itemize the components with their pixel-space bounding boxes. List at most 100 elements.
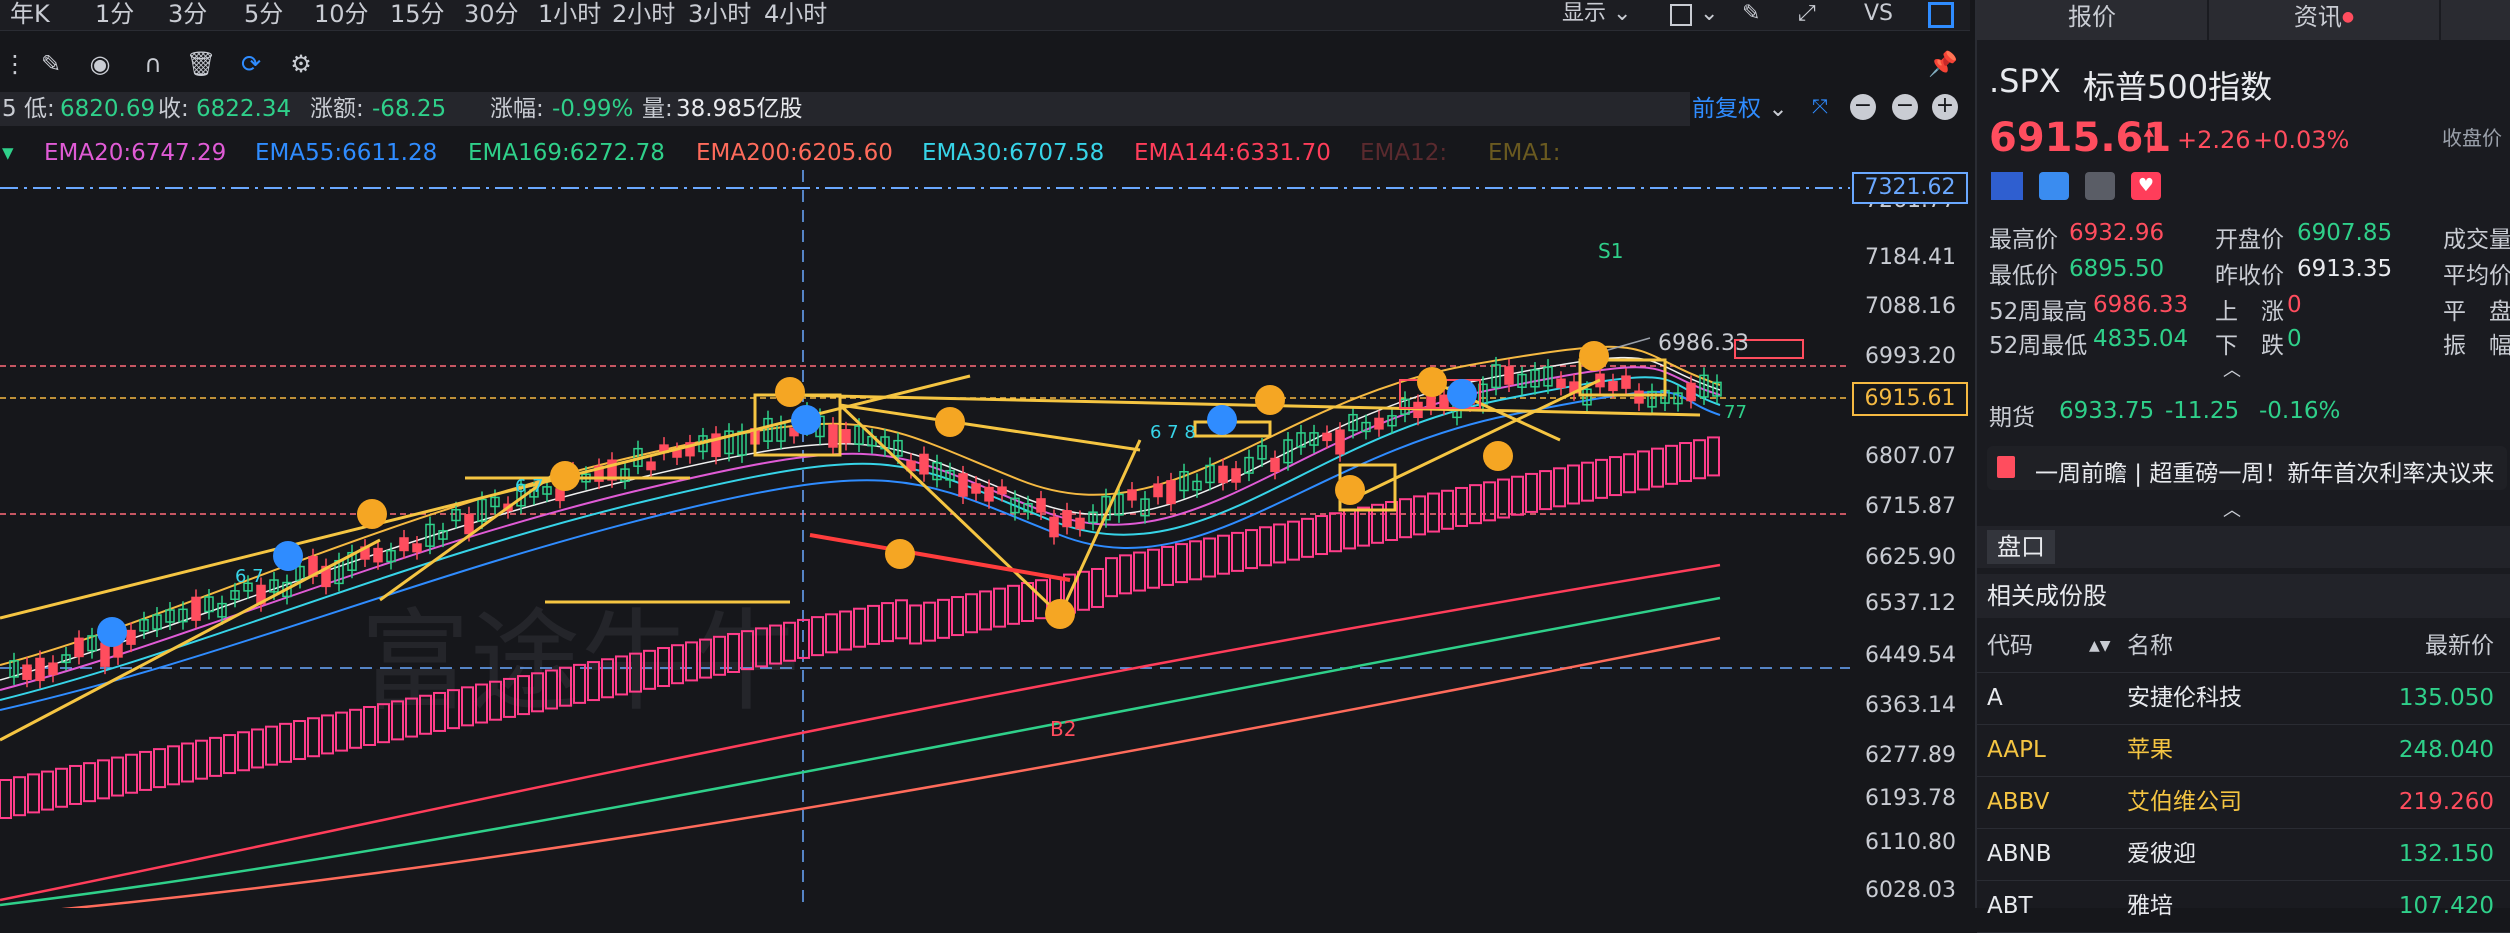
timeframe-10m[interactable]: 10分 [314, 0, 369, 30]
tab-pankou[interactable]: 盘口 [1987, 530, 2055, 564]
ribbon-cell [97, 759, 110, 800]
ema-legend-item[interactable]: EMA55:6611.28 [255, 136, 437, 170]
table-row[interactable]: ABNB 爱彼迎 132.150 [1977, 828, 2510, 881]
tab-news-label: 资讯 [2293, 3, 2342, 31]
eye-icon[interactable]: ◉ [85, 48, 115, 80]
ribbon-cell [1413, 495, 1426, 536]
signal-marker[interactable] [357, 499, 387, 529]
ema-legend-item[interactable]: EMA20:6747.29 [44, 136, 226, 170]
ribbon-cell [1511, 475, 1524, 516]
components-title: 相关成份股 [1987, 582, 2107, 610]
ribbon-cell [1189, 540, 1202, 581]
signal-marker[interactable] [935, 407, 965, 437]
tab-news[interactable]: 资讯● [2209, 0, 2439, 40]
document-icon[interactable] [2085, 172, 2115, 200]
signal-marker[interactable] [273, 541, 303, 571]
ema-legend-item[interactable]: EMA169:6272.78 [468, 136, 665, 170]
candle [1634, 390, 1644, 404]
signal-marker[interactable] [791, 405, 821, 435]
signal-marker[interactable] [550, 461, 580, 491]
pin-icon[interactable]: 📌 [1928, 48, 1958, 80]
ribbon-cell [965, 593, 978, 634]
ribbon-cell [1427, 492, 1440, 533]
candle [1049, 516, 1059, 538]
timeframe-5m[interactable]: 5分 [244, 0, 283, 30]
tab-quote[interactable]: 报价 [1977, 0, 2207, 40]
candle [919, 453, 929, 475]
news-banner[interactable]: 一周前瞻 | 超重磅一周！新年首次利率决议来 [1987, 446, 2507, 490]
ema-legend-item[interactable]: EMA12: [1360, 136, 1447, 170]
ribbon-cell [1651, 447, 1664, 488]
table-row[interactable]: ABT 雅培 107.420 [1977, 880, 2510, 933]
table-row[interactable]: A 安捷伦科技 135.050 [1977, 672, 2510, 725]
magnet-icon[interactable]: ∩ [138, 48, 168, 80]
ribbon-cell [251, 728, 264, 769]
ribbon-cell [13, 776, 26, 817]
timeframe-1h[interactable]: 1小时 [538, 0, 601, 30]
col-price[interactable]: 最新价 [2425, 620, 2494, 672]
table-row[interactable]: ABBV 艾伯维公司 219.260 [1977, 776, 2510, 829]
signal-marker[interactable] [775, 377, 805, 407]
gear-icon[interactable]: ⚙ [286, 48, 316, 80]
chevron-down-icon[interactable]: ⌄ [1700, 0, 1718, 30]
signal-marker[interactable] [1335, 475, 1365, 505]
signal-marker[interactable] [97, 617, 127, 647]
timeframe-2h[interactable]: 2小时 [612, 0, 675, 30]
ema144-line [0, 563, 1721, 902]
sort-icon[interactable]: ▲▼ [2089, 620, 2111, 672]
panel-toggle-icon[interactable] [1928, 2, 1954, 28]
volume-label: 量: [642, 96, 673, 122]
trend-line [0, 374, 971, 620]
timeframe-30m[interactable]: 30分 [464, 0, 519, 30]
ribbon-cell [1105, 557, 1118, 598]
ema-legend-item[interactable]: EMA30:6707.58 [922, 136, 1104, 170]
brush-icon[interactable]: ✎ [1742, 0, 1760, 30]
zoom-out-icon[interactable]: − [1892, 94, 1918, 120]
sliders-icon[interactable]: ⋮ [0, 48, 30, 80]
ema-legend-item[interactable]: EMA144:6331.70 [1134, 136, 1331, 170]
timeframe-1m[interactable]: 1分 [95, 0, 134, 30]
scale-icon[interactable]: ⤧ [1812, 94, 1828, 118]
ema-legend-item[interactable]: EMA1: [1488, 136, 1561, 170]
fullscreen-icon[interactable]: ⤢ [1798, 0, 1816, 30]
tag-icon[interactable] [2039, 172, 2069, 200]
vs-button[interactable]: VS [1864, 0, 1893, 30]
chevron-down-icon: ⌄ [1768, 96, 1788, 122]
timeframe-3m[interactable]: 3分 [168, 0, 207, 30]
signal-marker[interactable] [1207, 405, 1237, 435]
checkbox-icon[interactable] [1670, 4, 1692, 26]
adjust-dropdown[interactable]: 前复权 ⌄ [1692, 92, 1788, 126]
signal-marker[interactable] [885, 539, 915, 569]
col-code[interactable]: 代码 [1987, 620, 2033, 672]
zoom-in-icon[interactable]: + [1932, 94, 1958, 120]
timeframe-yearly[interactable]: 年K [10, 0, 50, 30]
trash-icon[interactable]: 🗑 [186, 48, 216, 80]
signal-marker[interactable] [1255, 385, 1285, 415]
pencil-icon[interactable]: ✎ [36, 48, 66, 80]
signal-marker[interactable] [1417, 367, 1447, 397]
ribbon-cell [895, 599, 908, 640]
collapse-icon[interactable]: − [1850, 94, 1876, 120]
timeframe-3h[interactable]: 3小时 [688, 0, 751, 30]
axis-tick-label: 6807.07 [1865, 444, 1956, 469]
flat-label: 平 盘 [2443, 299, 2510, 325]
signal-marker[interactable] [1483, 441, 1513, 471]
table-row[interactable]: AAPL 苹果 248.040 [1977, 724, 2510, 777]
ema-legend-item[interactable]: EMA200:6205.60 [696, 136, 893, 170]
signal-marker[interactable] [1447, 379, 1477, 409]
signal-marker[interactable] [1045, 599, 1075, 629]
timeframe-4h[interactable]: 4小时 [764, 0, 827, 30]
display-menu[interactable]: 显示 ⌄ [1562, 0, 1631, 30]
heart-icon[interactable]: ♥ [2131, 172, 2161, 200]
ribbon-cell [1399, 498, 1412, 539]
candle [828, 424, 838, 448]
tab-more[interactable] [2441, 0, 2510, 40]
ribbon-cell [867, 604, 880, 645]
chevron-up-icon[interactable]: ︿ [2223, 356, 2241, 382]
sync-icon[interactable]: ⟳ [236, 48, 266, 80]
timeframe-15m[interactable]: 15分 [390, 0, 445, 30]
chevron-down-icon[interactable]: ▾ [2, 136, 14, 170]
signal-marker[interactable] [1579, 341, 1609, 371]
chevron-up-icon[interactable]: ︿ [2223, 496, 2241, 522]
candlestick-chart[interactable]: 富途牛牛 S1 B2 6986.33 77 6 7 6 7 6 7 8 [0, 170, 1970, 908]
